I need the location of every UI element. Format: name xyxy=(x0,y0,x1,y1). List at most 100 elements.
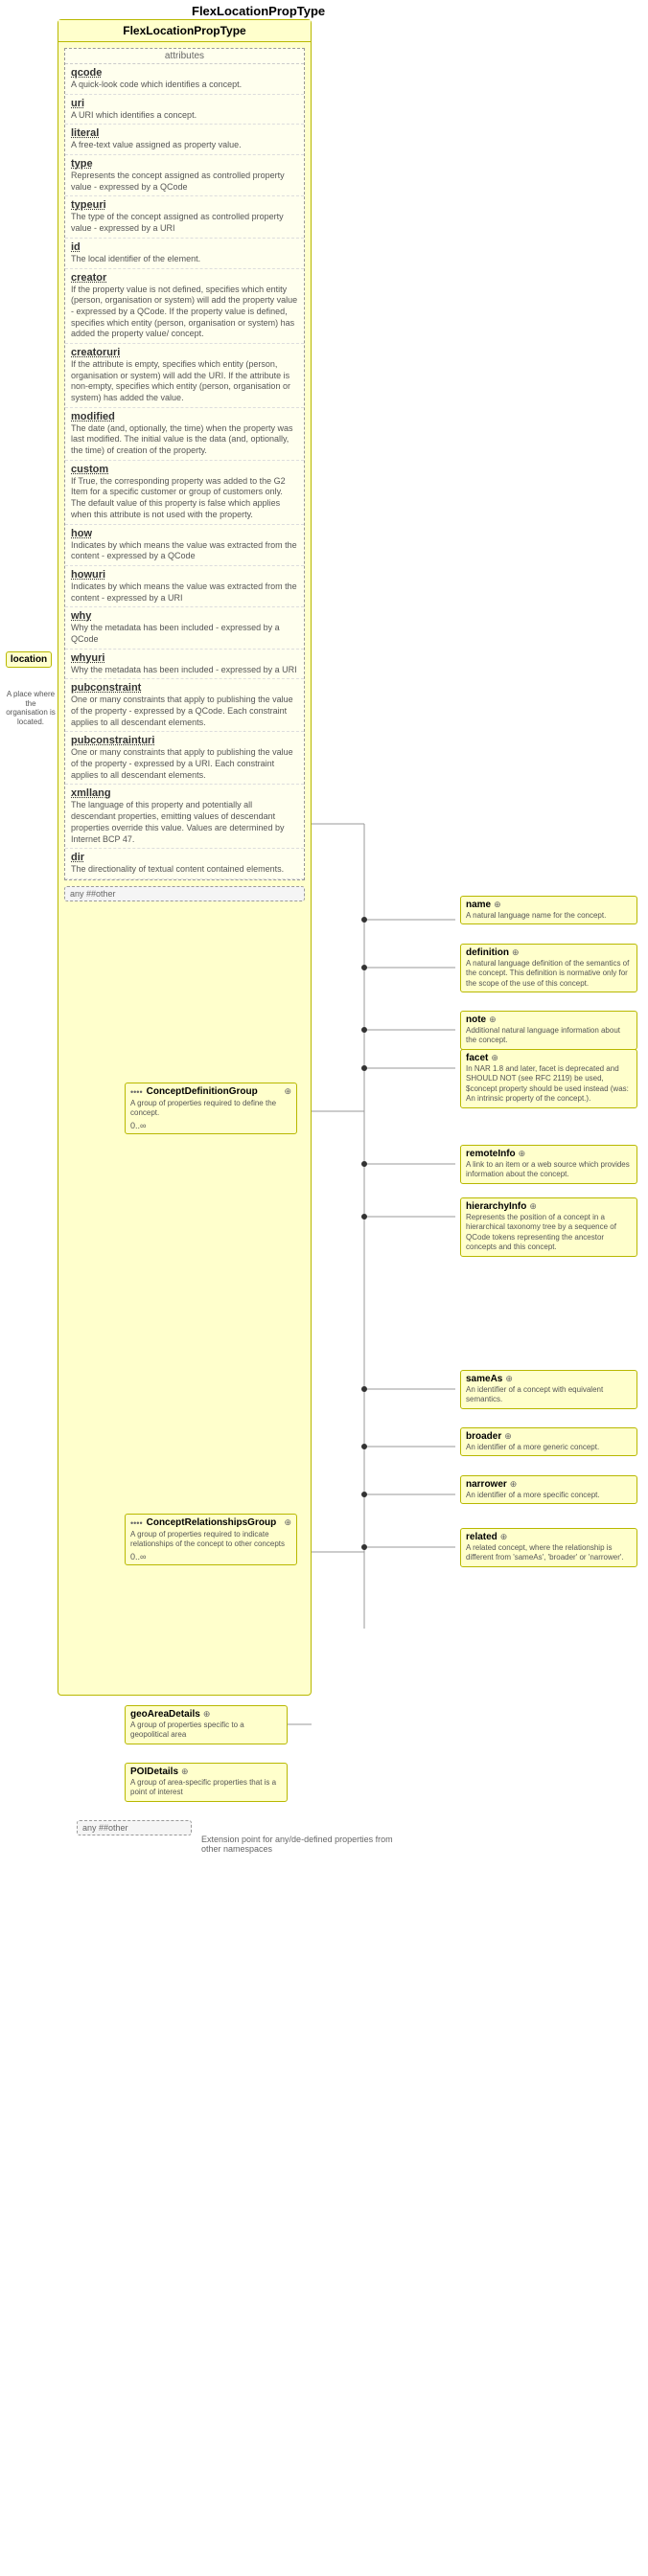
attr-name-howuri: howuri xyxy=(71,569,298,581)
right-item-desc-narrower: An identifier of a more specific concept… xyxy=(466,1491,632,1500)
geo-area-details: geoAreaDetails ⊕ A group of properties s… xyxy=(125,1705,288,1744)
attr-name-literal: literal xyxy=(71,127,298,139)
right-item-label-note: note xyxy=(466,1014,486,1025)
right-item-sameAs: sameAs ⊕ An identifier of a concept with… xyxy=(460,1370,637,1409)
attr-name-why: why xyxy=(71,610,298,622)
attr-name-typeuri: typeuri xyxy=(71,199,298,211)
location-label: location xyxy=(11,654,47,665)
right-item-desc-facet: In NAR 1.8 and later, facet is deprecate… xyxy=(466,1064,632,1105)
attr-item-typeuri: typeuri The type of the concept assigned… xyxy=(65,196,304,238)
attr-item-pubconstrainturi: pubconstrainturi One or many constraints… xyxy=(65,732,304,785)
right-item-name: name ⊕ A natural language name for the c… xyxy=(460,896,637,924)
attr-name-qcode: qcode xyxy=(71,67,298,79)
attr-item-creator: creator If the property value is not def… xyxy=(65,269,304,344)
right-item-desc-note: Additional natural language information … xyxy=(466,1026,632,1046)
attr-desc-typeuri: The type of the concept assigned as cont… xyxy=(71,212,298,234)
any-other-bottom-label: any ##other xyxy=(82,1823,128,1833)
attr-item-literal: literal A free-text value assigned as pr… xyxy=(65,125,304,155)
location-box: location xyxy=(6,651,52,668)
concept-rel-desc: A group of properties required to indica… xyxy=(130,1530,291,1550)
concept-rel-label: ConceptRelationshipsGroup xyxy=(147,1517,277,1528)
main-box-header: FlexLocationPropType xyxy=(58,20,311,42)
attr-desc-type: Represents the concept assigned as contr… xyxy=(71,171,298,193)
attr-desc-why: Why the metadata has been included - exp… xyxy=(71,623,298,645)
concept-def-desc: A group of properties required to define… xyxy=(130,1099,291,1119)
attr-name-whyuri: whyuri xyxy=(71,652,298,664)
right-item-desc-sameAs: An identifier of a concept with equivale… xyxy=(466,1385,632,1405)
right-item-label-sameAs: sameAs xyxy=(466,1374,502,1384)
attr-desc-custom: If True, the corresponding property was … xyxy=(71,476,298,521)
concept-def-group: •••• ConceptDefinitionGroup ⊕ A group of… xyxy=(125,1083,297,1134)
attr-desc-pubconstraint: One or many constraints that apply to pu… xyxy=(71,695,298,728)
attr-list: qcode A quick-look code which identifies… xyxy=(65,64,304,879)
attr-desc-dir: The directionality of textual content co… xyxy=(71,864,298,876)
attr-name-creator: creator xyxy=(71,272,298,284)
attr-name-xmllang: xmllang xyxy=(71,787,298,799)
attr-item-pubconstraint: pubconstraint One or many constraints th… xyxy=(65,679,304,732)
attr-item-xmllang: xmllang The language of this property an… xyxy=(65,785,304,849)
right-item-facet: facet ⊕ In NAR 1.8 and later, facet is d… xyxy=(460,1049,637,1108)
right-item-desc-broader: An identifier of a more generic concept. xyxy=(466,1443,632,1452)
attr-item-custom: custom If True, the corresponding proper… xyxy=(65,461,304,525)
right-item-label-hierarchyInfo: hierarchyInfo xyxy=(466,1201,526,1212)
attr-item-uri: uri A URI which identifies a concept. xyxy=(65,95,304,125)
attributes-section: attributes qcode A quick-look code which… xyxy=(64,48,305,880)
attr-item-modified: modified The date (and, optionally, the … xyxy=(65,408,304,461)
attr-desc-qcode: A quick-look code which identifies a con… xyxy=(71,80,298,91)
attr-desc-pubconstrainturi: One or many constraints that apply to pu… xyxy=(71,747,298,781)
attr-item-dir: dir The directionality of textual conten… xyxy=(65,849,304,879)
attr-item-creatoruri: creatoruri If the attribute is empty, sp… xyxy=(65,344,304,408)
attr-desc-creatoruri: If the attribute is empty, specifies whi… xyxy=(71,359,298,404)
right-item-remoteInfo: remoteInfo ⊕ A link to an item or a web … xyxy=(460,1145,637,1184)
location-desc: A place where the organisation is locate… xyxy=(4,690,58,726)
attr-name-creatoruri: creatoruri xyxy=(71,347,298,358)
diagram-container: FlexLocationPropType FlexLocationPropTyp… xyxy=(0,0,648,2576)
right-item-definition: definition ⊕ A natural language definiti… xyxy=(460,944,637,992)
right-item-desc-name: A natural language name for the concept. xyxy=(466,911,632,921)
right-item-label-facet: facet xyxy=(466,1053,488,1063)
attr-name-custom: custom xyxy=(71,464,298,475)
right-item-narrower: narrower ⊕ An identifier of a more speci… xyxy=(460,1475,637,1504)
right-item-broader: broader ⊕ An identifier of a more generi… xyxy=(460,1427,637,1456)
attributes-header: attributes xyxy=(65,49,304,64)
attr-item-type: type Represents the concept assigned as … xyxy=(65,155,304,196)
any-other-bottom: any ##other xyxy=(77,1820,192,1835)
right-item-label-broader: broader xyxy=(466,1431,501,1442)
right-item-label-name: name xyxy=(466,900,491,910)
right-item-label-narrower: narrower xyxy=(466,1479,507,1490)
right-item-desc-remoteInfo: A link to an item or a web source which … xyxy=(466,1160,632,1180)
attr-item-how: how Indicates by which means the value w… xyxy=(65,525,304,566)
attr-name-modified: modified xyxy=(71,411,298,422)
concept-rel-group: •••• ConceptRelationshipsGroup ⊕ A group… xyxy=(125,1514,297,1565)
right-item-related: related ⊕ A related concept, where the r… xyxy=(460,1528,637,1567)
right-item-label-remoteInfo: remoteInfo xyxy=(466,1149,516,1159)
attr-item-howuri: howuri Indicates by which means the valu… xyxy=(65,566,304,607)
attr-desc-literal: A free-text value assigned as property v… xyxy=(71,140,298,151)
attr-desc-howuri: Indicates by which means the value was e… xyxy=(71,581,298,604)
attr-desc-modified: The date (and, optionally, the time) whe… xyxy=(71,423,298,457)
attr-name-uri: uri xyxy=(71,98,298,109)
right-item-note: note ⊕ Additional natural language infor… xyxy=(460,1011,637,1050)
right-item-hierarchyInfo: hierarchyInfo ⊕ Represents the position … xyxy=(460,1197,637,1257)
attr-name-dir: dir xyxy=(71,852,298,863)
extension-note: Extension point for any/de-defined prope… xyxy=(201,1835,393,1854)
poi-label: POIDetails xyxy=(130,1767,178,1777)
attr-name-how: how xyxy=(71,528,298,539)
diagram-title: FlexLocationPropType xyxy=(192,4,325,18)
any-other-main: any ##other xyxy=(64,886,305,901)
attr-desc-id: The local identifier of the element. xyxy=(71,254,298,265)
geo-area-label: geoAreaDetails xyxy=(130,1709,200,1720)
attr-item-why: why Why the metadata has been included -… xyxy=(65,607,304,649)
attr-name-pubconstraint: pubconstraint xyxy=(71,682,298,694)
attr-desc-uri: A URI which identifies a concept. xyxy=(71,110,298,122)
poi-desc: A group of area-specific properties that… xyxy=(130,1778,282,1798)
attr-desc-whyuri: Why the metadata has been included - exp… xyxy=(71,665,298,676)
attr-item-whyuri: whyuri Why the metadata has been include… xyxy=(65,650,304,680)
right-item-desc-related: A related concept, where the relationshi… xyxy=(466,1543,632,1563)
attr-name-id: id xyxy=(71,241,298,253)
right-item-desc-hierarchyInfo: Represents the position of a concept in … xyxy=(466,1213,632,1253)
attr-desc-creator: If the property value is not defined, sp… xyxy=(71,285,298,340)
poi-details: POIDetails ⊕ A group of area-specific pr… xyxy=(125,1763,288,1802)
geo-area-desc: A group of properties specific to a geop… xyxy=(130,1721,282,1741)
main-box: FlexLocationPropType attributes qcode A … xyxy=(58,19,312,1696)
